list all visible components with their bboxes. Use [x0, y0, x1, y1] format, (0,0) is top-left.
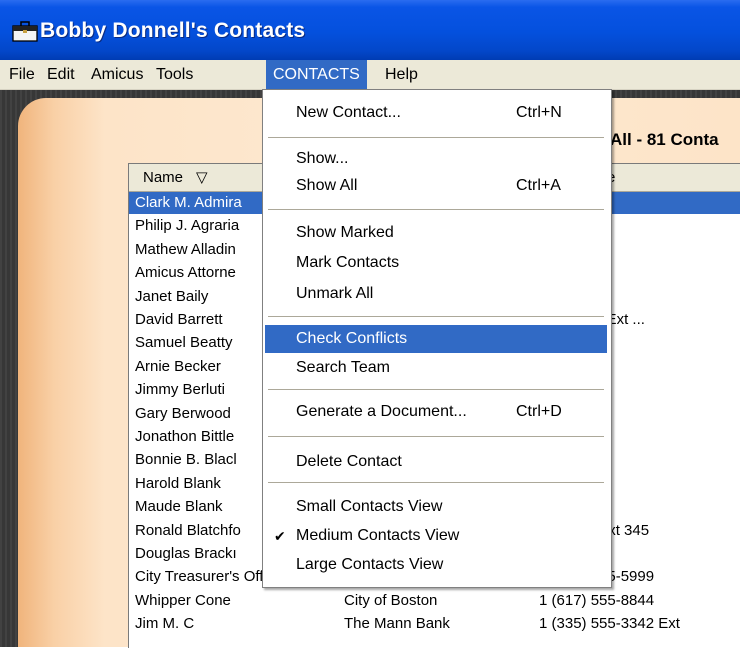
contact-company: City of Boston	[344, 591, 438, 609]
menu-item-search-team[interactable]: Search Team	[265, 354, 607, 382]
menu-amicus[interactable]: Amicus	[84, 60, 150, 89]
contact-name: Samuel Beatty	[135, 334, 233, 352]
menu-edit[interactable]: Edit	[40, 60, 82, 89]
menu-item-new-contact[interactable]: New Contact... Ctrl+N	[265, 99, 607, 127]
menu-help[interactable]: Help	[378, 60, 425, 89]
menu-file[interactable]: File	[2, 60, 42, 89]
column-header-name[interactable]: Name	[143, 164, 183, 191]
contact-name: Harold Blank	[135, 474, 221, 492]
contact-name: Jonathon Bittle	[135, 428, 235, 445]
contact-name: Philip J. Agraria	[135, 217, 240, 235]
checkmark-icon: ✔	[274, 528, 286, 544]
menu-item-show-marked[interactable]: Show Marked	[265, 219, 607, 247]
menu-contacts[interactable]: CONTACTS	[266, 60, 367, 89]
contact-name: Mathew Alladin	[135, 240, 236, 258]
menu-item-unmark-all[interactable]: Unmark All	[265, 280, 607, 308]
window-title: Bobby Donnell's Contacts	[40, 19, 306, 42]
menu-separator	[268, 482, 604, 483]
menu-item-check-conflicts[interactable]: Check Conflicts	[265, 325, 607, 353]
contact-company: The Mann Bank	[344, 615, 450, 633]
menu-separator	[268, 316, 604, 317]
menu-separator	[268, 209, 604, 210]
menu-item-medium-view[interactable]: ✔ Medium Contacts View	[265, 522, 607, 550]
contact-name: Gary Berwood	[135, 404, 231, 422]
contact-name: David Barrett	[135, 311, 223, 328]
contact-name: Bonnie B. Blacl	[135, 451, 237, 469]
contact-name: Amicus Attorne	[135, 264, 236, 282]
contact-phone: 1 (335) 555-3342 Ext	[539, 615, 680, 633]
contact-name: Ronald Blatchfo	[135, 521, 241, 539]
menu-item-show[interactable]: Show...	[265, 145, 607, 173]
menu-item-large-view[interactable]: Large Contacts View	[265, 551, 607, 579]
menu-item-delete-contact[interactable]: Delete Contact	[265, 448, 607, 476]
menu-tools[interactable]: Tools	[149, 60, 200, 89]
contact-name: Janet Baily	[135, 287, 209, 305]
contact-name: Jim M. C	[135, 615, 195, 633]
menu-separator	[268, 436, 604, 437]
contact-phone: 1 (617) 555-8844	[539, 591, 655, 609]
menu-separator	[268, 137, 604, 138]
briefcase-icon	[12, 21, 38, 42]
contact-name: Arnie Becker	[135, 357, 221, 375]
contact-row[interactable]: Jim M. C The Mann Bank 1 (335) 555-3342 Ex…	[129, 613, 740, 635]
menu-item-small-view[interactable]: Small Contacts View	[265, 493, 607, 521]
contact-name: Whipper Cone	[135, 591, 231, 609]
sort-descending-icon: ▽	[196, 169, 208, 186]
menu-item-show-all[interactable]: Show All Ctrl+A	[265, 172, 607, 200]
contact-row[interactable]: Whipper Cone City of Boston 1 (617) 555-88…	[129, 590, 740, 612]
menu-item-mark-contacts[interactable]: Mark Contacts	[265, 249, 607, 277]
contact-name: Clark M. Admira	[135, 194, 242, 211]
contact-name: Douglas Brackı	[135, 545, 237, 562]
contact-name: Jimmy Berluti	[135, 381, 226, 399]
contacts-banner: All - 81 Conta	[610, 130, 719, 149]
contact-name: Maude Blank	[135, 498, 223, 516]
contacts-menu: New Contact... Ctrl+N Show... Show All Ctr…	[262, 89, 612, 588]
menu-item-generate-document[interactable]: Generate a Document... Ctrl+D	[265, 398, 607, 426]
title-bar: Bobby Donnell's Contacts	[0, 0, 740, 60]
menu-bar: File Edit Amicus Tools CONTACTS Help	[0, 60, 740, 90]
contact-name: City Treasurer's Office	[135, 568, 283, 586]
menu-separator	[268, 389, 604, 390]
